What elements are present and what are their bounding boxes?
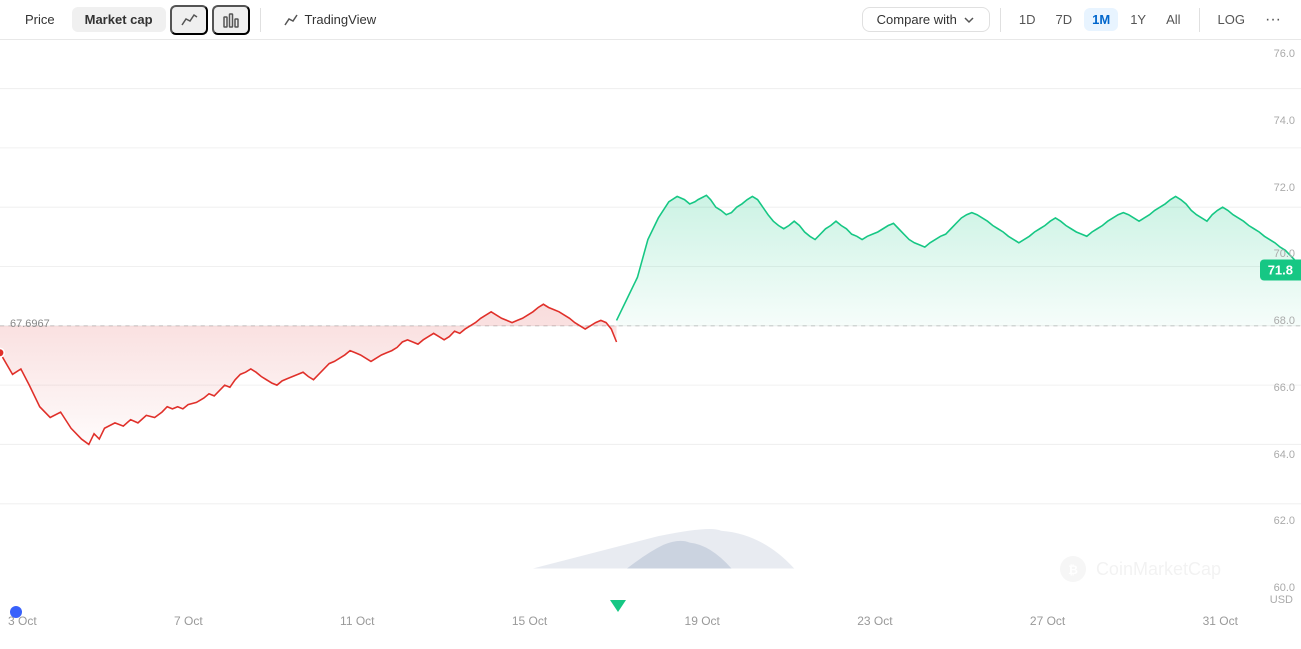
market-cap-tab-button[interactable]: Market cap	[72, 7, 166, 32]
more-options-button[interactable]: ···	[1257, 7, 1289, 33]
x-label-15oct: 15 Oct	[512, 614, 547, 628]
x-label-23oct: 23 Oct	[857, 614, 892, 628]
y-label-600: 60.0	[1246, 582, 1295, 594]
current-price-badge: 71.8	[1260, 260, 1301, 281]
period-all-button[interactable]: All	[1158, 8, 1188, 31]
toolbar-divider	[260, 8, 261, 32]
x-label-31oct: 31 Oct	[1203, 614, 1238, 628]
compare-with-button[interactable]: Compare with	[862, 7, 990, 32]
period-1m-button[interactable]: 1M	[1084, 8, 1118, 31]
period-1d-button[interactable]: 1D	[1011, 8, 1044, 31]
toolbar-divider-2	[1000, 8, 1001, 32]
price-tab-button[interactable]: Price	[12, 7, 68, 32]
y-label-720: 72.0	[1246, 182, 1295, 194]
period-7d-button[interactable]: 7D	[1048, 8, 1081, 31]
y-label-620: 62.0	[1246, 515, 1295, 527]
x-label-27oct: 27 Oct	[1030, 614, 1065, 628]
period-1y-button[interactable]: 1Y	[1122, 8, 1154, 31]
y-label-700: 70.0	[1246, 248, 1295, 260]
watermark-text: CoinMarketCap	[1096, 559, 1221, 580]
chart-toolbar: Price Market cap TradingView Compare wit…	[0, 0, 1301, 40]
x-label-11oct: 11 Oct	[340, 614, 374, 628]
y-label-640: 64.0	[1246, 449, 1295, 461]
start-price-label: 67.6967	[10, 318, 50, 330]
x-axis-labels: 3 Oct 7 Oct 11 Oct 15 Oct 19 Oct 23 Oct …	[0, 614, 1246, 628]
blue-dot-indicator	[10, 606, 22, 618]
y-label-660: 66.0	[1246, 382, 1295, 394]
chart-container: 76.0 74.0 72.0 70.0 68.0 66.0 64.0 62.0 …	[0, 40, 1301, 644]
y-label-740: 74.0	[1246, 115, 1295, 127]
green-triangle-indicator	[610, 600, 626, 612]
y-label-680: 68.0	[1246, 315, 1295, 327]
x-label-7oct: 7 Oct	[174, 614, 203, 628]
svg-text:₿: ₿	[1068, 563, 1078, 577]
y-axis-labels: 76.0 74.0 72.0 70.0 68.0 66.0 64.0 62.0 …	[1246, 40, 1301, 644]
currency-label: USD	[1270, 594, 1293, 606]
coinmarketcap-watermark: ₿ CoinMarketCap	[1058, 554, 1221, 584]
toolbar-divider-3	[1199, 8, 1200, 32]
y-label-760: 76.0	[1246, 48, 1295, 60]
line-chart-icon-button[interactable]	[170, 5, 208, 35]
bar-chart-icon-button[interactable]	[212, 5, 250, 35]
x-label-19oct: 19 Oct	[685, 614, 720, 628]
log-button[interactable]: LOG	[1210, 8, 1253, 31]
tradingview-button[interactable]: TradingView	[271, 7, 390, 33]
